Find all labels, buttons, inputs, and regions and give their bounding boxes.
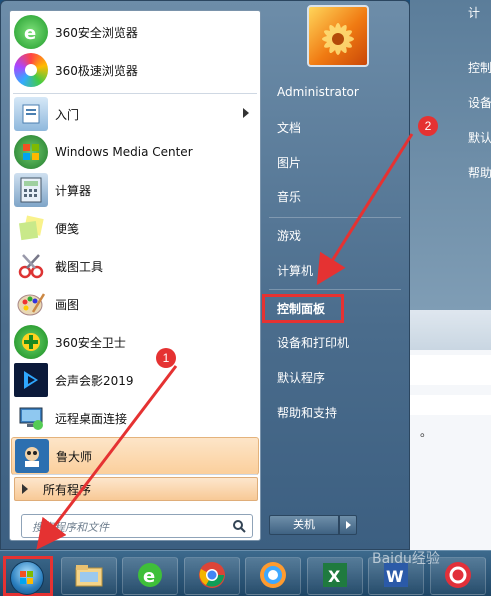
watermark: Baidu经验 [372, 551, 440, 567]
step-badge-1: 1 [156, 348, 176, 368]
step-badge-2: 2 [418, 116, 438, 136]
annotation-arrows [36, 133, 414, 550]
